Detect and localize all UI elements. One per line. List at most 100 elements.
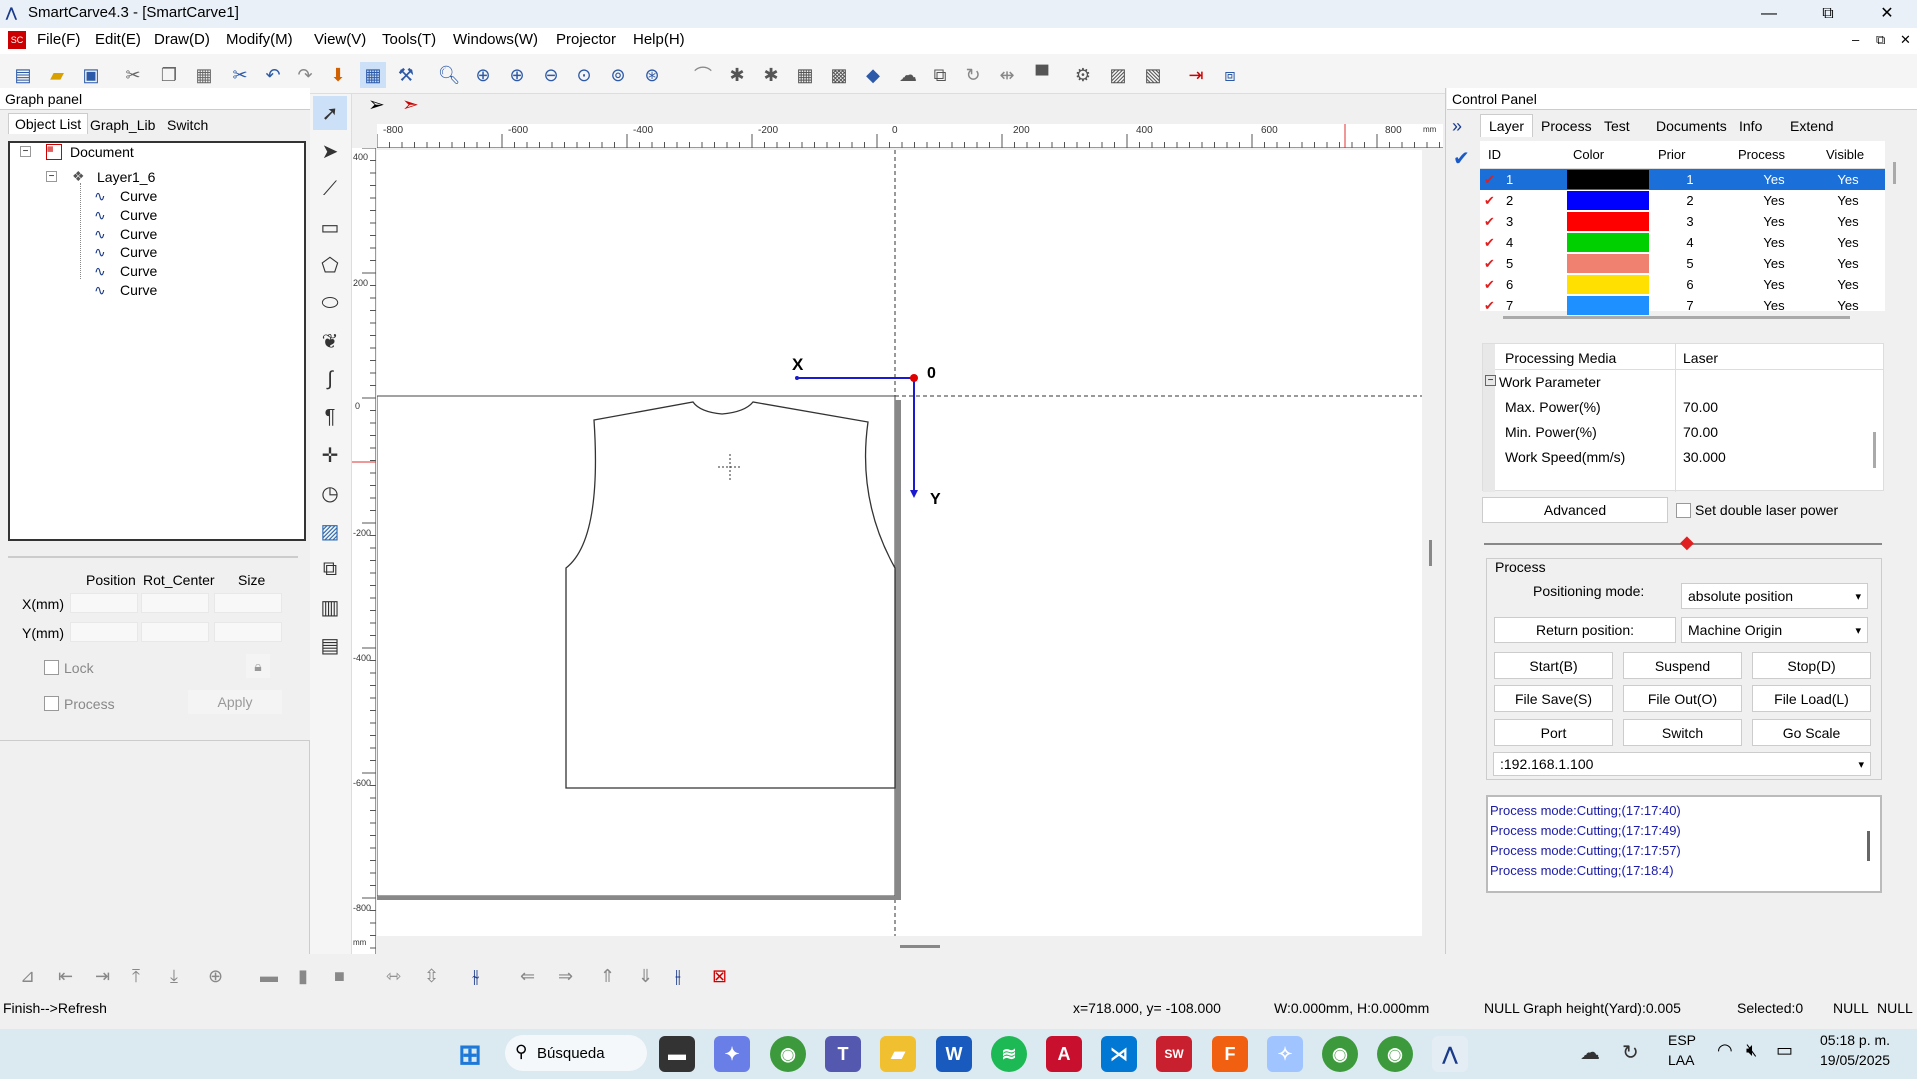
props-scrollbar[interactable] <box>1873 432 1876 468</box>
align-icon[interactable]: ⧈ <box>1217 62 1243 88</box>
zoom-plus-icon[interactable]: ⊕ <box>504 62 530 88</box>
vectorize-icon[interactable]: ⧉ <box>313 552 347 586</box>
layer-check-icon[interactable]: ✔ <box>1484 298 1495 314</box>
stop-button[interactable]: Stop(D) <box>1752 652 1871 679</box>
settings-icon[interactable]: ⚙ <box>1070 62 1096 88</box>
clock-date[interactable]: 19/05/2025 <box>1820 1052 1890 1068</box>
tab-graph-lib[interactable]: Graph_Lib <box>90 117 155 133</box>
cloud-sync-icon[interactable]: ☁ <box>1580 1040 1600 1065</box>
node-edit-icon[interactable]: ➤ <box>313 134 347 168</box>
layer-check-icon[interactable]: ✔ <box>1484 235 1495 251</box>
zoom-page-icon[interactable]: ⊛ <box>639 62 665 88</box>
zoom-fit-icon[interactable]: ⊙ <box>571 62 597 88</box>
bitmap-icon[interactable]: ▧ <box>1140 62 1166 88</box>
layer-check-icon[interactable]: ✔ <box>1484 193 1495 209</box>
go-scale-button[interactable]: Go Scale <box>1752 719 1871 746</box>
image-tool-icon[interactable]: ▨ <box>313 514 347 548</box>
port-button[interactable]: Port <box>1494 719 1613 746</box>
import-icon[interactable]: ⬇ <box>325 62 351 88</box>
file-out-button[interactable]: File Out(O) <box>1623 685 1742 712</box>
clock-icon[interactable]: ◷ <box>313 476 347 510</box>
layer-color-swatch[interactable] <box>1565 190 1650 211</box>
delete-icon[interactable]: ✂ <box>227 62 253 88</box>
apply-button[interactable]: Apply <box>188 690 282 714</box>
combine-icon[interactable]: ⧉ <box>927 62 953 88</box>
path-tool-icon[interactable]: ➣ <box>402 92 419 117</box>
weld-icon[interactable]: ☁ <box>895 62 921 88</box>
same-width-icon[interactable]: ▬ <box>260 966 278 987</box>
chrome-profile-icon[interactable]: ◉ <box>1322 1036 1358 1072</box>
chrome-profile2-icon[interactable]: ◉ <box>1377 1036 1413 1072</box>
clock-time[interactable]: 05:18 p. m. <box>1820 1032 1890 1048</box>
x-position-input[interactable] <box>70 593 138 613</box>
close-button[interactable]: ✕ <box>1859 0 1915 28</box>
y-rot-center-input[interactable] <box>141 622 209 642</box>
cut-icon[interactable]: ✂ <box>120 62 146 88</box>
h-center-icon[interactable]: ⫳ <box>472 966 479 987</box>
mdi-minimize-button[interactable]: – <box>1852 32 1859 47</box>
table-vscrollbar[interactable] <box>1893 162 1896 184</box>
barcode-icon[interactable]: ▥ <box>313 590 347 624</box>
table-tool-icon[interactable]: ▤ <box>313 628 347 662</box>
tab-test[interactable]: Test <box>1604 118 1630 134</box>
layers-icon[interactable]: ▀ <box>1029 62 1055 88</box>
layer-color-swatch[interactable] <box>1565 211 1650 232</box>
layer-row[interactable]: ✔ 3 3 Yes Yes <box>1480 211 1885 232</box>
v-center-icon[interactable]: ⫲ <box>675 966 681 987</box>
open-folder-icon[interactable]: ▰ <box>44 62 70 88</box>
language-top[interactable]: ESP <box>1668 1032 1696 1048</box>
tab-layer[interactable]: Layer <box>1480 114 1534 137</box>
teams-icon[interactable]: T <box>825 1036 861 1072</box>
windows-start-icon[interactable]: ⊞ <box>452 1036 488 1072</box>
check-all-icon[interactable]: ✔ <box>1453 146 1470 171</box>
polygon-icon[interactable]: ⬠ <box>313 248 347 282</box>
pointer-tool-icon[interactable]: ➢ <box>368 92 385 117</box>
ellipse-icon[interactable]: ⬭ <box>313 286 347 320</box>
tab-documents[interactable]: Documents <box>1656 118 1727 134</box>
max-power-value[interactable]: 70.00 <box>1683 399 1718 415</box>
layer-row[interactable]: ✔ 6 6 Yes Yes <box>1480 274 1885 295</box>
layer-row[interactable]: ✔ 2 2 Yes Yes <box>1480 190 1885 211</box>
layer-row[interactable]: ✔ 5 5 Yes Yes <box>1480 253 1885 274</box>
mirror-icon[interactable]: ⇹ <box>994 62 1020 88</box>
text-tool-icon[interactable]: ¶ <box>313 400 347 434</box>
image-icon[interactable]: ▨ <box>1105 62 1131 88</box>
matrix-icon[interactable]: ▦ <box>792 62 818 88</box>
power-slider-thumb[interactable]: ◆ <box>1680 532 1694 553</box>
battery-icon[interactable]: ▭ <box>1776 1040 1793 1061</box>
matrix2-icon[interactable]: ▩ <box>826 62 852 88</box>
tab-info[interactable]: Info <box>1739 118 1762 134</box>
new-file-icon[interactable]: ▤ <box>10 62 36 88</box>
menu-tools[interactable]: Tools(T) <box>382 31 436 48</box>
y-size-input[interactable] <box>214 622 282 642</box>
select-tool-icon[interactable]: ➚ <box>313 96 347 130</box>
smartcarve-taskbar-icon[interactable]: ⋀ <box>1432 1036 1468 1072</box>
drawing-canvas[interactable]: X 0 Y <box>377 150 1422 936</box>
save-icon[interactable]: ▣ <box>78 62 104 88</box>
layer-row[interactable]: ✔ 4 4 Yes Yes <box>1480 232 1885 253</box>
menu-windows[interactable]: Windows(W) <box>453 31 538 48</box>
tab-object-list[interactable]: Object List <box>8 113 89 134</box>
horizontal-scrollbar[interactable] <box>900 945 940 948</box>
layer-check-icon[interactable]: ✔ <box>1484 172 1495 188</box>
x-rot-center-input[interactable] <box>141 593 209 613</box>
tree-curve[interactable]: Curve <box>120 226 157 242</box>
fill-icon[interactable]: ◆ <box>860 62 886 88</box>
process-checkbox[interactable] <box>44 696 59 711</box>
layer-color-swatch[interactable] <box>1565 232 1650 253</box>
layer-row[interactable]: ✔ 7 7 Yes Yes <box>1480 295 1885 316</box>
freehand-icon[interactable]: ❦ <box>313 324 347 358</box>
expand-icon[interactable]: » <box>1452 116 1462 137</box>
switch-button[interactable]: Switch <box>1623 719 1742 746</box>
move-up-icon[interactable]: ⇑ <box>600 966 615 987</box>
app-icon[interactable]: ✧ <box>1267 1036 1303 1072</box>
ip-address-select[interactable]: :192.168.1.100 ▾ <box>1493 752 1871 776</box>
chrome-icon[interactable]: ◉ <box>770 1036 806 1072</box>
double-laser-checkbox[interactable] <box>1676 503 1691 518</box>
menu-draw[interactable]: Draw(D) <box>154 31 210 48</box>
measure-icon[interactable]: ⇥ <box>1183 62 1209 88</box>
advanced-button[interactable]: Advanced <box>1482 497 1668 523</box>
x-size-input[interactable] <box>214 593 282 613</box>
layer-color-swatch[interactable] <box>1565 253 1650 274</box>
lock-icon[interactable]: 🔒︎ <box>246 654 270 678</box>
